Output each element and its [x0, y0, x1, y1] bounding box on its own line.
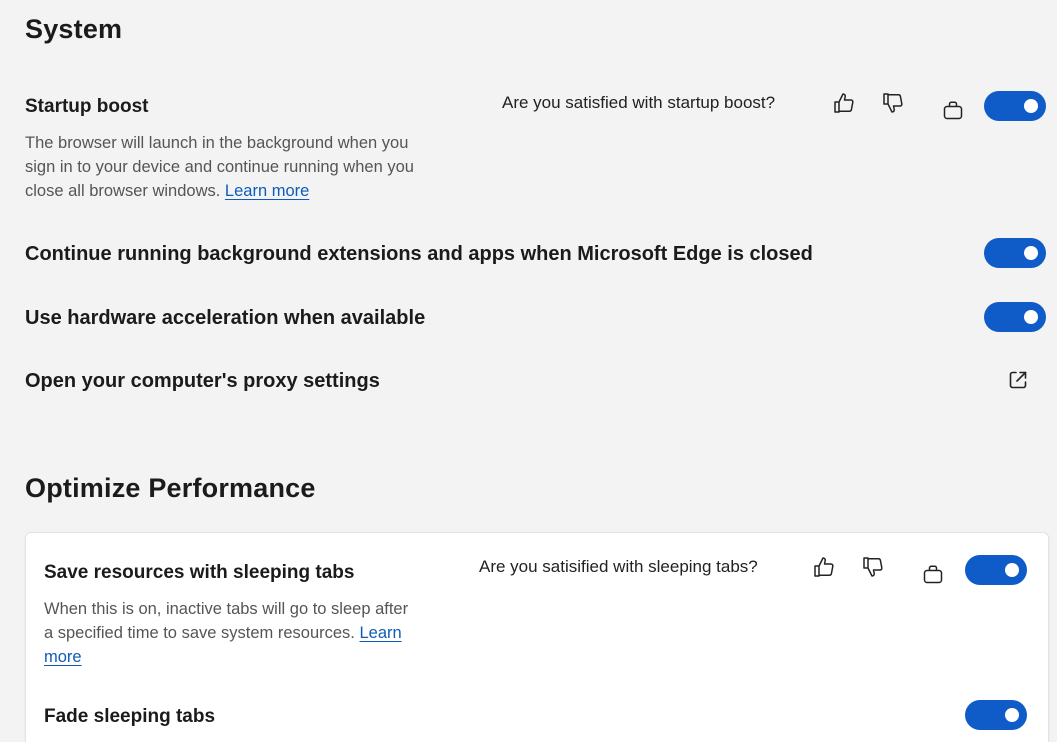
toggle-knob [1024, 246, 1038, 260]
thumbs-up-icon[interactable] [811, 554, 837, 580]
startup-boost-desc-text: close all browser windows. [25, 182, 221, 200]
sleeping-tabs-desc-line2: a specified time to save system resource… [44, 621, 474, 645]
sleeping-tabs-feedback-question: Are you satisified with sleeping tabs? [479, 557, 758, 576]
briefcase-icon[interactable] [920, 561, 946, 587]
sleeping-tabs-toggle[interactable] [965, 555, 1027, 585]
startup-boost-description: The browser will launch in the backgroun… [25, 131, 495, 203]
startup-boost-desc-line2: sign in to your device and continue runn… [25, 158, 414, 176]
background-extensions-toggle[interactable] [984, 238, 1046, 268]
startup-boost-feedback-question: Are you satisfied with startup boost? [502, 93, 776, 112]
toggle-knob [1024, 99, 1038, 113]
thumbs-down-icon[interactable] [880, 90, 906, 116]
thumbs-down-icon[interactable] [860, 554, 886, 580]
toggle-knob [1005, 708, 1019, 722]
startup-boost-title: Startup boost [25, 96, 149, 117]
sleeping-tabs-desc-line1: When this is on, inactive tabs will go t… [44, 600, 409, 618]
startup-boost-learn-more-link[interactable]: Learn more [225, 182, 309, 200]
hardware-acceleration-title: Use hardware acceleration when available [25, 307, 426, 329]
startup-boost-toggle[interactable] [984, 91, 1046, 121]
background-extensions-title: Continue running background extensions a… [25, 243, 813, 265]
proxy-settings-title[interactable]: Open your computer's proxy settings [25, 370, 380, 393]
thumbs-up-icon[interactable] [831, 90, 857, 116]
hardware-acceleration-toggle[interactable] [984, 302, 1046, 332]
sleeping-tabs-desc-text: a specified time to save system resource… [44, 624, 355, 642]
external-link-icon[interactable] [1005, 367, 1031, 393]
toggle-knob [1024, 310, 1038, 324]
startup-boost-desc-line1: The browser will launch in the backgroun… [25, 134, 409, 152]
settings-page: System Startup boost The browser will la… [0, 0, 1057, 742]
toggle-knob [1005, 563, 1019, 577]
fade-sleeping-tabs-title: Fade sleeping tabs [44, 706, 216, 727]
sleeping-tabs-title: Save resources with sleeping tabs [44, 562, 355, 583]
sleeping-tabs-more-link[interactable]: more [44, 648, 82, 666]
sleeping-tabs-learn-link[interactable]: Learn [359, 624, 401, 642]
system-heading: System [25, 14, 123, 44]
sleeping-tabs-description: When this is on, inactive tabs will go t… [44, 597, 474, 669]
briefcase-icon[interactable] [940, 97, 966, 123]
optimize-performance-heading: Optimize Performance [25, 473, 316, 503]
fade-sleeping-tabs-toggle[interactable] [965, 700, 1027, 730]
startup-boost-desc-line3: close all browser windows. Learn more [25, 179, 495, 203]
